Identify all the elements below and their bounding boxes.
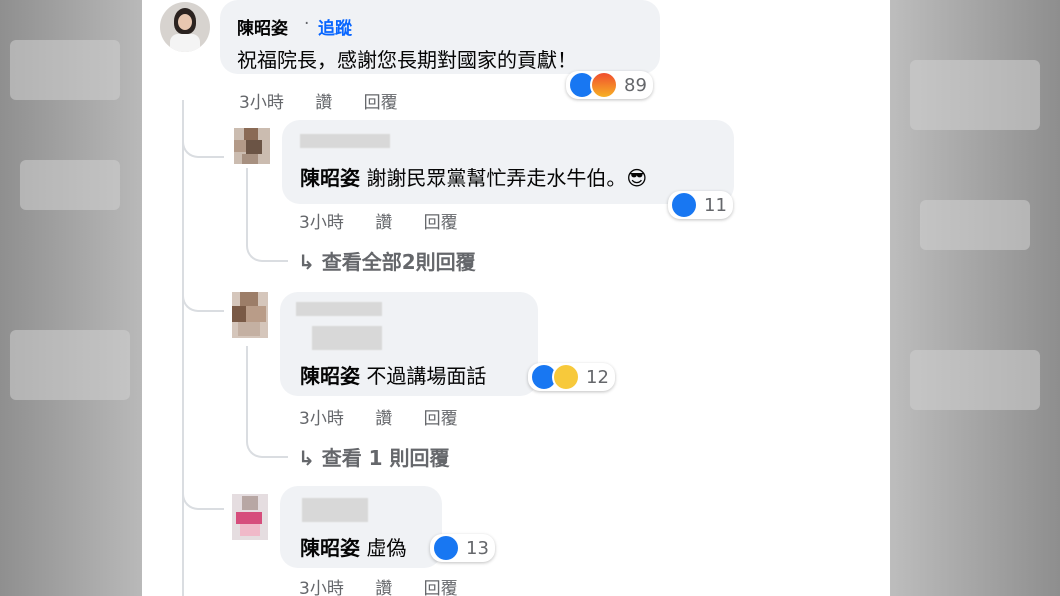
reaction-summary[interactable]: 13 bbox=[430, 534, 495, 562]
thread-connector bbox=[182, 456, 224, 510]
haha-icon bbox=[552, 363, 580, 391]
avatar[interactable] bbox=[232, 292, 268, 338]
reaction-count: 11 bbox=[704, 194, 727, 216]
thread-connector bbox=[246, 346, 288, 458]
like-button[interactable]: 讚 bbox=[375, 579, 392, 596]
reaction-count: 89 bbox=[624, 74, 647, 96]
avatar[interactable] bbox=[160, 2, 210, 52]
comment-panel: 陳昭姿 · 追蹤 祝福院長，感謝您長期對國家的貢獻！ 89 3小時 讚 回覆 陳… bbox=[142, 0, 890, 596]
like-icon bbox=[670, 191, 698, 219]
reply-text: 陳昭姿 虛偽 bbox=[300, 532, 406, 561]
reaction-summary[interactable]: 12 bbox=[528, 363, 615, 391]
reply-button[interactable]: 回覆 bbox=[424, 579, 458, 596]
follow-button[interactable]: 追蹤 bbox=[318, 14, 352, 39]
reply-body: 虛偽 bbox=[366, 536, 407, 560]
like-icon bbox=[432, 534, 460, 562]
blurred-background-right bbox=[890, 0, 1060, 596]
thread-line bbox=[182, 100, 184, 596]
blurred-author-name bbox=[302, 498, 368, 522]
thread-connector bbox=[182, 110, 224, 158]
like-button[interactable]: 讚 bbox=[375, 213, 392, 233]
reply-button[interactable]: 回覆 bbox=[364, 93, 398, 113]
blurred-author-name bbox=[312, 326, 382, 350]
reply-text: 陳昭姿 謝謝民眾黨幫忙弄走水牛伯。😎 bbox=[300, 162, 647, 191]
reply-body: 謝謝民眾黨幫忙弄走水牛伯。😎 bbox=[366, 166, 648, 190]
reply-actions: 3小時 讚 回覆 bbox=[299, 574, 484, 596]
reply-body: 不過講場面話 bbox=[366, 364, 487, 388]
timestamp[interactable]: 3小時 bbox=[299, 579, 344, 596]
reply-actions: 3小時 讚 回覆 bbox=[299, 404, 484, 429]
thread-connector bbox=[246, 168, 288, 262]
like-button[interactable]: 讚 bbox=[315, 93, 332, 113]
reply-actions: 3小時 讚 回覆 bbox=[299, 208, 484, 233]
reply-text: 陳昭姿 不過講場面話 bbox=[300, 360, 486, 389]
reply-button[interactable]: 回覆 bbox=[424, 213, 458, 233]
comment-author[interactable]: 陳昭姿 bbox=[237, 14, 288, 39]
separator-dot: · bbox=[304, 14, 310, 34]
comment-actions: 3小時 讚 回覆 bbox=[239, 88, 424, 113]
mention-tag[interactable]: 陳昭姿 bbox=[300, 536, 360, 560]
comment-text: 祝福院長，感謝您長期對國家的貢獻！ bbox=[237, 48, 577, 72]
reaction-summary[interactable]: 89 bbox=[566, 71, 653, 99]
avatar[interactable] bbox=[232, 494, 268, 540]
reaction-count: 13 bbox=[466, 537, 489, 559]
reaction-count: 12 bbox=[586, 366, 609, 388]
blurred-background-left bbox=[0, 0, 142, 596]
timestamp[interactable]: 3小時 bbox=[299, 409, 344, 429]
mention-tag[interactable]: 陳昭姿 bbox=[300, 166, 360, 190]
timestamp[interactable]: 3小時 bbox=[239, 93, 284, 113]
reaction-summary[interactable]: 11 bbox=[668, 191, 733, 219]
like-button[interactable]: 讚 bbox=[375, 409, 392, 429]
blurred-author-name bbox=[296, 302, 382, 316]
thread-connector bbox=[182, 260, 224, 312]
avatar[interactable] bbox=[234, 128, 270, 164]
blurred-author-name bbox=[300, 134, 390, 148]
angry-icon bbox=[590, 71, 618, 99]
mention-tag[interactable]: 陳昭姿 bbox=[300, 364, 360, 388]
timestamp[interactable]: 3小時 bbox=[299, 213, 344, 233]
view-replies-link[interactable]: ↳ 查看 1 則回覆 bbox=[298, 442, 450, 471]
view-replies-link[interactable]: ↳ 查看全部2則回覆 bbox=[298, 246, 476, 275]
reply-button[interactable]: 回覆 bbox=[424, 409, 458, 429]
